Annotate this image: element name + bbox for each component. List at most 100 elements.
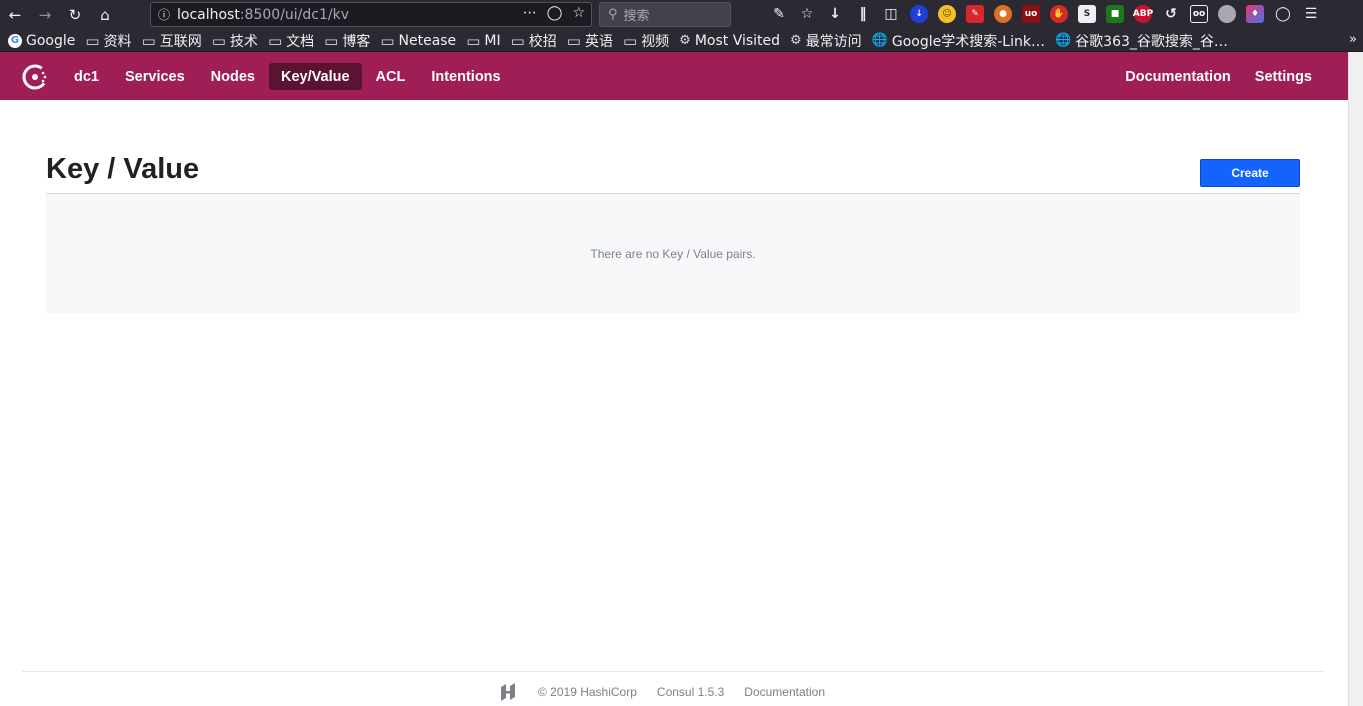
bookmark-item[interactable]: ▭ 英语 — [567, 31, 613, 51]
downloads-icon[interactable]: ↓ — [826, 5, 844, 23]
hashicorp-logo-icon — [501, 683, 515, 701]
bookmarks-bar: G Google ▭ 资料 ▭ 互联网 ▭ 技术 ▭ 文档 ▭ 博客 ▭ Netease ▭ MI ▭ 校招 ▭ 英语… — [0, 30, 1363, 52]
bookmark-item[interactable]: ▭ 资料 — [85, 31, 131, 51]
green-extension-icon[interactable]: ■ — [1106, 5, 1124, 23]
forward-arrow-icon[interactable]: → — [30, 0, 60, 30]
bookmark-item[interactable]: ▭ 技术 — [212, 31, 258, 51]
bookmark-label: 博客 — [342, 33, 371, 50]
bookmark-label: Google学术搜索-Link… — [891, 33, 1045, 50]
secondary-nav: Documentation Settings — [1113, 63, 1324, 90]
bookmark-item[interactable]: 🌐 谷歌363_谷歌搜索_谷… — [1055, 31, 1228, 51]
empty-state-panel: There are no Key / Value pairs. — [46, 194, 1300, 313]
bookmark-item[interactable]: G Google — [8, 33, 75, 49]
nav-key-value[interactable]: Key/Value — [269, 63, 362, 90]
globe-icon: 🌐 — [1054, 33, 1072, 48]
bookmark-item[interactable]: ▭ Netease — [380, 32, 456, 50]
nav-datacenter[interactable]: dc1 — [62, 63, 111, 90]
s-extension-icon[interactable]: S — [1078, 5, 1096, 23]
bookmark-label: 校招 — [528, 33, 557, 50]
bookmark-item[interactable]: ▭ 博客 — [324, 31, 370, 51]
search-placeholder: 搜索 — [623, 9, 650, 24]
folder-icon: ▭ — [85, 31, 100, 50]
address-bar[interactable]: ⓘ localhost:8500/ui/dc1/kv ⋯ ◯ ☆ — [150, 2, 592, 27]
goo-extension-icon[interactable]: oo — [1190, 5, 1208, 23]
pocket-icon[interactable]: ◯ — [547, 5, 563, 21]
bookmark-item[interactable]: ⚙ 最常访问 — [790, 31, 862, 51]
create-button[interactable]: Create — [1200, 159, 1300, 187]
bookmark-item[interactable]: ▭ 互联网 — [142, 31, 202, 51]
bookmark-item[interactable]: ▭ 视频 — [623, 31, 669, 51]
url-text[interactable]: localhost:8500/ui/dc1/kv — [177, 7, 349, 23]
footer: © 2019 HashiCorp Consul 1.5.3 Documentat… — [498, 682, 825, 702]
bookmark-item[interactable]: ▭ MI — [466, 32, 500, 50]
folder-icon: ▭ — [141, 31, 156, 50]
bookmarks-overflow-icon[interactable]: » — [1349, 32, 1357, 47]
page-title: Key / Value — [46, 153, 200, 185]
shield-extension-icon[interactable]: ✋ — [1050, 5, 1068, 23]
browser-toolbar: ← → ↻ ⌂ ⓘ localhost:8500/ui/dc1/kv ⋯ ◯ ☆… — [0, 0, 1363, 30]
page-scrollbar[interactable] — [1348, 52, 1363, 706]
folder-icon: ▭ — [324, 31, 339, 50]
nav-settings[interactable]: Settings — [1243, 63, 1324, 90]
account-icon[interactable]: ◯ — [1274, 5, 1292, 23]
bookmark-label: 英语 — [584, 33, 613, 50]
bookmark-label: MI — [484, 32, 501, 49]
bookmark-label: 视频 — [641, 33, 670, 50]
back-arrow-icon[interactable]: ← — [0, 0, 30, 30]
emoji-extension-icon[interactable]: ☺ — [938, 5, 956, 23]
bookmark-item[interactable]: ▭ 文档 — [268, 31, 314, 51]
bookmark-item[interactable]: 🌐 Google学术搜索-Link… — [872, 31, 1045, 51]
footer-divider — [22, 671, 1324, 672]
page-actions-icon[interactable]: ⋯ — [523, 5, 537, 21]
folder-icon: ▭ — [466, 31, 481, 50]
nav-documentation[interactable]: Documentation — [1113, 63, 1243, 90]
app-header: dc1 Services Nodes Key/Value ACL Intenti… — [0, 52, 1348, 100]
footer-version: Consul 1.5.3 — [656, 685, 725, 699]
url-host: localhost — [177, 6, 240, 23]
bookmark-label: 互联网 — [159, 33, 202, 50]
bookmark-item[interactable]: ⚙ Most Visited — [679, 33, 780, 49]
folder-icon: ▭ — [267, 31, 283, 50]
reader-icon[interactable]: ✎ — [770, 5, 788, 23]
bookmark-label: 资料 — [103, 33, 132, 50]
gear-icon: ⚙ — [790, 33, 802, 48]
globe-icon: 🌐 — [871, 33, 888, 48]
ublock-extension-icon[interactable]: uo — [1022, 5, 1040, 23]
bookmark-item[interactable]: ▭ 校招 — [511, 31, 557, 51]
bookmark-label: Most Visited — [694, 32, 781, 49]
folder-icon: ▭ — [622, 31, 638, 50]
sidebar-icon[interactable]: ◫ — [882, 5, 900, 23]
folder-icon: ▭ — [510, 31, 525, 50]
download-manager-extension-icon[interactable]: ↓ — [910, 5, 928, 23]
bookmark-label: Netease — [398, 32, 457, 49]
bookmark-label: Google — [26, 32, 76, 49]
grey-circle-extension-icon[interactable] — [1218, 5, 1236, 23]
folder-icon: ▭ — [380, 31, 395, 50]
nav-nodes[interactable]: Nodes — [199, 63, 267, 90]
bookmark-star-icon[interactable]: ☆ — [572, 5, 585, 21]
site-info-icon[interactable]: ⓘ — [151, 6, 177, 23]
colorful-extension-icon[interactable]: ♦ — [1246, 5, 1264, 23]
adblock-plus-icon[interactable]: ABP — [1133, 5, 1153, 23]
nav-acl[interactable]: ACL — [364, 63, 418, 90]
reload-icon[interactable]: ↻ — [60, 0, 90, 30]
bookmark-label: 谷歌363_谷歌搜索_谷… — [1075, 33, 1228, 50]
gear-icon: ⚙ — [679, 33, 691, 48]
empty-state-message: There are no Key / Value pairs. — [590, 246, 756, 261]
main-nav: dc1 Services Nodes Key/Value ACL Intenti… — [62, 63, 513, 90]
home-icon[interactable]: ⌂ — [90, 0, 120, 30]
fox-extension-icon[interactable]: ● — [994, 5, 1012, 23]
bookmark-manager-icon[interactable]: ☆ — [798, 5, 816, 23]
sync-extension-icon[interactable]: ↺ — [1162, 5, 1180, 23]
consul-logo-icon[interactable] — [22, 63, 50, 91]
google-icon: G — [8, 33, 22, 48]
edit-extension-icon[interactable]: ✎ — [966, 5, 984, 23]
menu-icon[interactable]: ☰ — [1302, 5, 1320, 23]
nav-services[interactable]: Services — [113, 63, 197, 90]
bookmark-label: 文档 — [286, 33, 315, 50]
search-input[interactable]: ⚲ 搜索 — [599, 2, 731, 27]
folder-icon: ▭ — [211, 31, 226, 50]
footer-documentation-link[interactable]: Documentation — [744, 685, 825, 699]
library-icon[interactable]: ‖ — [854, 5, 872, 23]
nav-intentions[interactable]: Intentions — [419, 63, 512, 90]
